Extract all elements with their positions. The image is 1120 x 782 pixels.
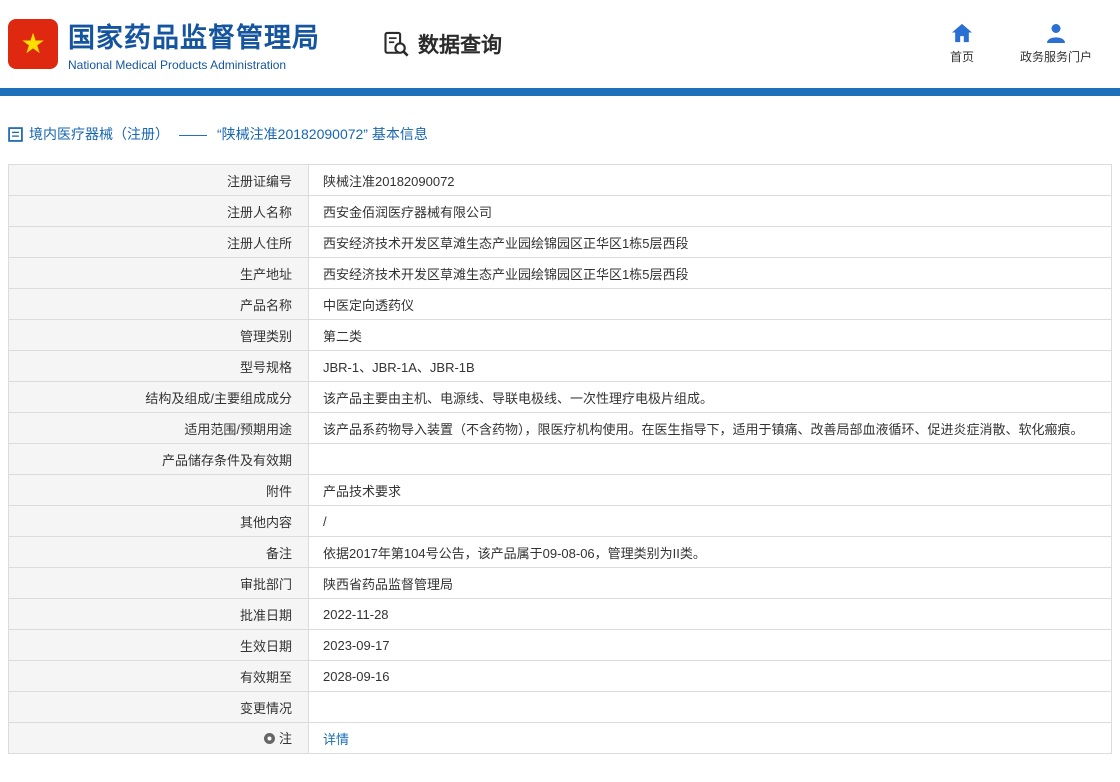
- nav-portal[interactable]: 政务服务门户: [1020, 23, 1092, 65]
- table-row: 生产地址 西安经济技术开发区草滩生态产业园绘锦园区正华区1栋5层西段: [8, 257, 1112, 289]
- row-label: 产品储存条件及有效期: [8, 443, 309, 475]
- table-row: 产品名称 中医定向透药仪: [8, 288, 1112, 320]
- row-value: 第二类: [308, 319, 1112, 351]
- table-row: 变更情况: [8, 691, 1112, 723]
- row-value: 西安金佰润医疗器械有限公司: [308, 195, 1112, 227]
- row-value: 该产品系药物导入装置（不含药物），限医疗机构使用。在医生指导下，适用于镇痛、改善…: [308, 412, 1112, 444]
- row-value: 2022-11-28: [308, 598, 1112, 630]
- row-label-text: 注: [278, 731, 292, 746]
- data-query-label: 数据查询: [418, 34, 502, 57]
- row-label: 生产地址: [8, 257, 309, 289]
- table-row: 注册人住所 西安经济技术开发区草滩生态产业园绘锦园区正华区1栋5层西段: [8, 226, 1112, 258]
- row-value: [308, 443, 1112, 475]
- row-value: 陕械注准20182090072: [308, 164, 1112, 196]
- row-label: 其他内容: [8, 505, 309, 537]
- national-emblem-icon: ★: [8, 19, 58, 69]
- table-row: 适用范围/预期用途 该产品系药物导入装置（不含药物），限医疗机构使用。在医生指导…: [8, 412, 1112, 444]
- row-value: 该产品主要由主机、电源线、导联电极线、一次性理疗电极片组成。: [308, 381, 1112, 413]
- site-header: ★ 国家药品监督管理局 National Medical Products Ad…: [0, 0, 1120, 88]
- row-value: 西安经济技术开发区草滩生态产业园绘锦园区正华区1栋5层西段: [308, 257, 1112, 289]
- table-row: 管理类别 第二类: [8, 319, 1112, 351]
- detail-link[interactable]: 详情: [323, 732, 349, 747]
- person-icon: [1046, 24, 1065, 43]
- row-label: 型号规格: [8, 350, 309, 382]
- table-row: 型号规格 JBR-1、JBR-1A、JBR-1B: [8, 350, 1112, 382]
- breadcrumb-dash: ——: [179, 126, 207, 142]
- row-label: 生效日期: [8, 629, 309, 661]
- table-row: 审批部门 陕西省药品监督管理局: [8, 567, 1112, 599]
- row-value: 中医定向透药仪: [308, 288, 1112, 320]
- breadcrumb-detail: “陕械注准20182090072” 基本信息: [217, 126, 428, 142]
- agency-name-cn: 国家药品监督管理局: [68, 23, 320, 53]
- row-value: 西安经济技术开发区草滩生态产业园绘锦园区正华区1栋5层西段: [308, 226, 1112, 258]
- row-value: 产品技术要求: [308, 474, 1112, 506]
- row-label: 适用范围/预期用途: [8, 412, 309, 444]
- row-label: 变更情况: [8, 691, 309, 723]
- top-navigation: 首页 政务服务门户: [950, 23, 1092, 65]
- table-row: 注册人名称 西安金佰润医疗器械有限公司: [8, 195, 1112, 227]
- table-row: 其他内容 /: [8, 505, 1112, 537]
- table-row: 有效期至 2028-09-16: [8, 660, 1112, 692]
- row-label: 有效期至: [8, 660, 309, 692]
- row-label: 审批部门: [8, 567, 309, 599]
- row-value: /: [308, 505, 1112, 537]
- row-value: JBR-1、JBR-1A、JBR-1B: [308, 350, 1112, 382]
- row-value: 2023-09-17: [308, 629, 1112, 661]
- document-search-icon: [384, 31, 409, 57]
- row-label: 结构及组成/主要组成成分: [8, 381, 309, 413]
- nav-home-label: 首页: [949, 50, 974, 64]
- blue-divider-bar: [0, 88, 1120, 96]
- row-label: 管理类别: [8, 319, 309, 351]
- row-label: 产品名称: [8, 288, 309, 320]
- agency-name-block: 国家药品监督管理局 National Medical Products Admi…: [68, 16, 320, 72]
- row-label: 注册人名称: [8, 195, 309, 227]
- row-value: 2028-09-16: [308, 660, 1112, 692]
- row-value: 详情: [308, 722, 1112, 754]
- row-label: 附件: [8, 474, 309, 506]
- registration-info-table: 注册证编号 陕械注准20182090072 注册人名称 西安金佰润医疗器械有限公…: [8, 164, 1112, 754]
- row-value: 依据2017年第104号公告，该产品属于09-08-06，管理类别为II类。: [308, 536, 1112, 568]
- nmpa-logo[interactable]: ★ 国家药品监督管理局 National Medical Products Ad…: [8, 16, 320, 72]
- row-label: 注: [8, 722, 309, 754]
- table-row: 产品储存条件及有效期: [8, 443, 1112, 475]
- row-value: [308, 691, 1112, 723]
- breadcrumb-section: 境内医疗器械（注册）: [29, 126, 169, 142]
- table-row: 注册证编号 陕械注准20182090072: [8, 164, 1112, 196]
- row-label: 注册证编号: [8, 164, 309, 196]
- agency-name-en: National Medical Products Administration: [68, 58, 287, 72]
- home-icon: [951, 23, 972, 43]
- breadcrumb: 境内医疗器械（注册） —— “陕械注准20182090072” 基本信息: [8, 124, 1120, 144]
- table-row: 批准日期 2022-11-28: [8, 598, 1112, 630]
- document-icon: [8, 126, 23, 142]
- table-row: 备注 依据2017年第104号公告，该产品属于09-08-06，管理类别为II类…: [8, 536, 1112, 568]
- table-row: 注 详情: [8, 722, 1112, 754]
- row-value: 陕西省药品监督管理局: [308, 567, 1112, 599]
- nav-portal-label: 政务服务门户: [1019, 50, 1092, 64]
- row-label: 批准日期: [8, 598, 309, 630]
- note-icon: [263, 732, 276, 748]
- table-row: 生效日期 2023-09-17: [8, 629, 1112, 661]
- table-row: 附件 产品技术要求: [8, 474, 1112, 506]
- row-label: 注册人住所: [8, 226, 309, 258]
- row-label: 备注: [8, 536, 309, 568]
- table-row: 结构及组成/主要组成成分 该产品主要由主机、电源线、导联电极线、一次性理疗电极片…: [8, 381, 1112, 413]
- data-query-tab[interactable]: 数据查询: [382, 29, 502, 59]
- nav-home[interactable]: 首页: [950, 23, 974, 65]
